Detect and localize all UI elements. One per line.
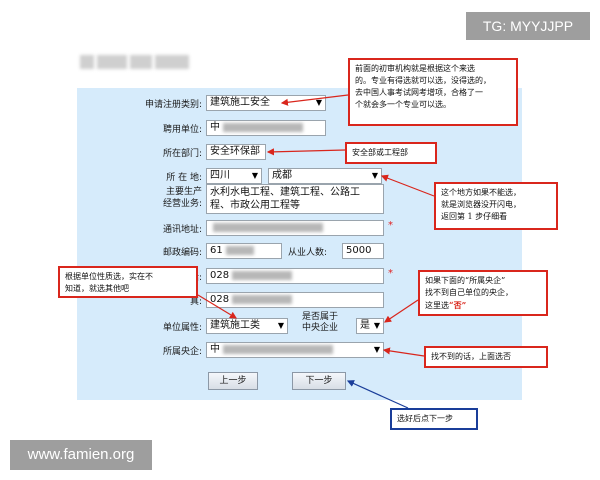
city-select[interactable]: 成都	[268, 168, 382, 184]
unit-nature-value: 建筑施工类	[210, 320, 260, 331]
business-value-line2: 程、市政公用工程等	[210, 200, 300, 211]
location-label: 所 在 地:	[166, 173, 202, 183]
tg-watermark-badge: TG: MYYJJPP	[466, 12, 590, 40]
callout-unit-nature: 根据单位性质选，实在不 知道，就选其他吧	[58, 266, 198, 298]
callout-yesno-line3-prefix: 这里选	[425, 301, 449, 310]
fax-field[interactable]: 028	[206, 292, 384, 308]
callout-register-type: 前面的初审机构就是根据这个来选 的。专业有得选就可以选，没得选的， 去中国人事考…	[348, 58, 518, 126]
blurred-page-header	[80, 55, 190, 71]
callout-yesno-line1: 如果下面的“所属央企”	[425, 276, 506, 285]
register-type-label: 申请注册类别:	[144, 100, 202, 110]
phone-required-mark: *	[388, 268, 393, 279]
callout-central-enterprise-yesno: 如果下面的“所属央企” 找不到自己单位的央企， 这里选“否”	[418, 270, 548, 316]
next-step-button[interactable]: 下一步	[292, 372, 346, 390]
staff-count-value: 5000	[346, 245, 372, 256]
department-value: 安全环保部	[210, 146, 260, 157]
department-label: 所在部门:	[162, 149, 202, 159]
callout-register-type-line1: 前面的初审机构就是根据这个来选	[355, 64, 475, 73]
staff-count-label: 从业人数:	[288, 248, 328, 258]
callout-next-step: 选好后点下一步	[390, 408, 478, 430]
business-label: 主要生产 经营业务:	[86, 186, 202, 210]
callout-department: 安全部或工程部	[345, 142, 437, 164]
province-select[interactable]: 四川	[206, 168, 262, 184]
callout-unit-nature-line2: 知道，就选其他吧	[65, 284, 129, 293]
central-enterprise-yesno-value: 是	[360, 320, 370, 331]
phone-value: 028	[210, 270, 230, 281]
central-enterprise-question-label: 是否属于 中央企业	[302, 312, 338, 334]
callout-location: 这个地方如果不能选， 就是浏览器没开闪电， 返回第 1 步仔细看	[434, 182, 558, 230]
central-enterprise-q-line2: 中央企业	[302, 323, 339, 333]
callout-register-type-line3: 去中国人事考试网考增项，合格了一	[355, 88, 483, 97]
central-enterprise-label: 所属央企:	[162, 347, 202, 357]
address-label: 通讯地址:	[162, 225, 202, 235]
callout-register-type-line2: 的。专业有得选就可以选，没得选的，	[355, 76, 491, 85]
fax-value: 028	[210, 294, 230, 305]
register-type-value: 建筑施工安全	[210, 97, 270, 108]
phone-field[interactable]: 028	[206, 268, 384, 284]
unit-nature-select[interactable]: 建筑施工类	[206, 318, 288, 334]
department-field[interactable]: 安全环保部	[206, 144, 266, 160]
register-type-select[interactable]: 建筑施工安全	[206, 95, 326, 111]
callout-yesno-line2: 找不到自己单位的央企，	[425, 288, 513, 297]
callout-central-enterprise: 找不到的话，上面选否	[424, 346, 548, 368]
employer-value: 中	[210, 122, 220, 133]
employer-label: 聘用单位:	[162, 125, 202, 135]
prev-step-button[interactable]: 上一步	[208, 372, 258, 390]
callout-yesno-line3: 这里选“否”	[425, 299, 541, 312]
business-label-line1: 主要生产	[165, 187, 202, 197]
callout-yesno-line3-highlight: “否”	[449, 300, 467, 310]
business-label-line2: 经营业务:	[162, 199, 202, 209]
callout-location-line2: 就是浏览器没开闪电，	[441, 200, 521, 209]
postcode-label: 邮政编码:	[162, 248, 202, 258]
address-required-mark: *	[388, 220, 393, 231]
callout-unit-nature-line1: 根据单位性质选，实在不	[65, 272, 153, 281]
postcode-value: 61	[210, 245, 223, 256]
central-enterprise-select[interactable]: 中	[206, 342, 384, 358]
business-value-line1: 水利水电工程、建筑工程、公路工	[210, 187, 360, 198]
staff-count-field[interactable]: 5000	[342, 243, 384, 259]
callout-register-type-line4: 个就会多一个专业可以选。	[355, 100, 451, 109]
postcode-field[interactable]: 61	[206, 243, 282, 259]
site-watermark-badge: www.famien.org	[10, 440, 152, 470]
address-field[interactable]	[206, 220, 384, 236]
callout-location-line1: 这个地方如果不能选，	[441, 188, 521, 197]
central-enterprise-q-line1: 是否属于	[302, 312, 339, 322]
employer-field[interactable]: 中	[206, 120, 326, 136]
province-value: 四川	[210, 170, 230, 181]
business-textarea[interactable]: 水利水电工程、建筑工程、公路工 程、市政公用工程等	[206, 184, 384, 214]
central-enterprise-value: 中	[210, 344, 220, 355]
central-enterprise-yesno-select[interactable]: 是	[356, 318, 384, 334]
callout-location-line3: 返回第 1 步仔细看	[441, 212, 508, 221]
unit-nature-label: 单位属性:	[162, 323, 202, 333]
city-value: 成都	[272, 170, 292, 181]
